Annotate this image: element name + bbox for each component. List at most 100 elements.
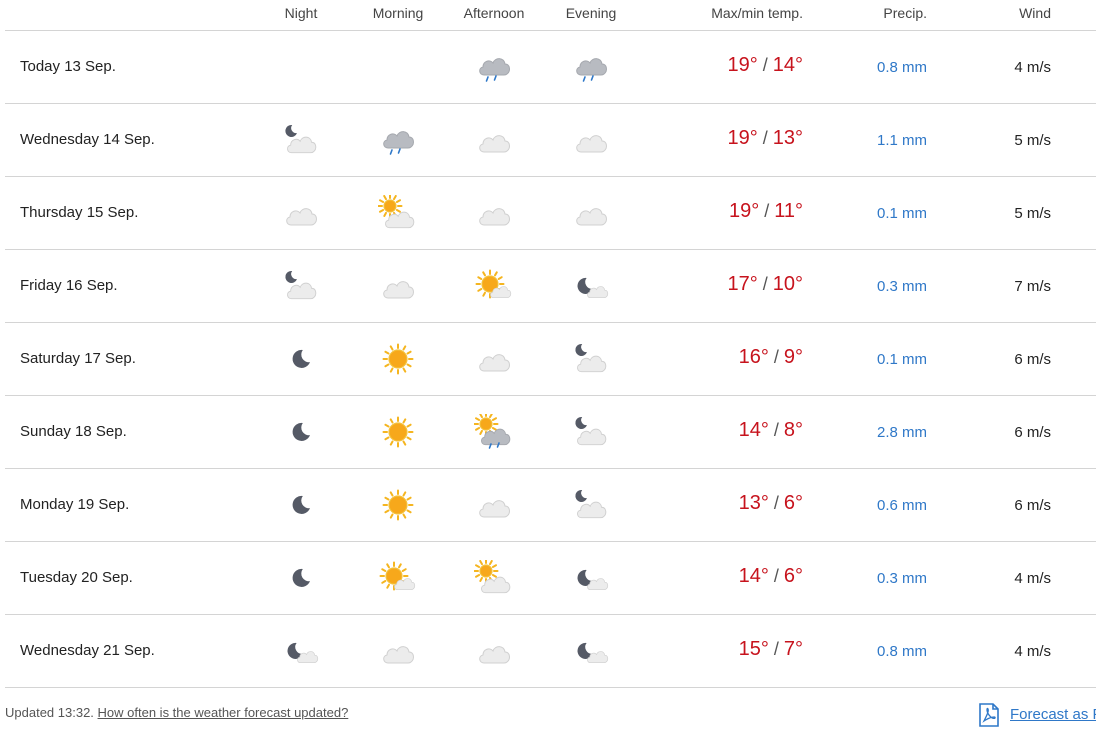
day-label: Friday 16 Sep. [20,277,118,294]
afternoon-cloud-icon [474,487,514,523]
precipitation: 2.8 mm [876,424,927,441]
pdf-download[interactable]: Forecast as PDF [978,703,1096,727]
evening-moon-partly-icon [571,633,611,669]
wind-speed: 6 m/s [1014,497,1051,514]
afternoon-cloud-icon [474,122,514,158]
temp-separator: / [757,128,773,148]
morning-cloud-rain-icon [378,122,418,158]
table-header: Night Morning Afternoon Evening Max/min … [5,0,1096,31]
temperature: 15° / 7° [739,638,803,661]
max-temp: 15° [738,638,769,660]
temperature: 17° / 10° [727,273,803,296]
table-row[interactable]: Wednesday 14 Sep. 19° / 13° 1.1 mm 5 m/s [5,104,1096,177]
table-row[interactable]: Wednesday 21 Sep. 15° / 7° 0.8 mm 4 m/s [5,615,1096,688]
day-label: Thursday 15 Sep. [20,204,139,221]
night-cloud-icon [281,195,321,231]
day-label: Sunday 18 Sep. [20,423,127,440]
afternoon-cloud-icon [474,341,514,377]
afternoon-sun-cloud-icon [474,560,514,596]
temp-separator: / [757,274,773,294]
morning-sun-cloud-icon [378,195,418,231]
temp-separator: / [768,347,784,367]
table-row[interactable]: Saturday 17 Sep. 16° / 9° 0.1 mm 6 m/s [5,323,1096,396]
min-temp: 7° [783,638,803,660]
column-precip: Precip. [883,5,927,21]
max-temp: 14° [738,565,769,587]
table-row[interactable]: Friday 16 Sep. 17° / 10° 0.3 mm 7 m/s [5,250,1096,323]
table-row[interactable]: Tuesday 20 Sep. 14° / 6° 0.3 mm 4 m/s [5,542,1096,615]
min-temp: 14° [772,54,803,76]
min-temp: 13° [772,127,803,149]
wind-speed: 6 m/s [1014,351,1051,368]
max-temp: 19° [727,127,758,149]
afternoon-cloud-rain-icon [474,49,514,85]
column-wind: Wind [1019,5,1051,21]
column-evening: Evening [565,5,617,21]
precipitation: 0.1 mm [876,205,927,222]
day-label: Saturday 17 Sep. [20,350,136,367]
table-row[interactable]: Today 13 Sep. 19° / 14° 0.8 mm 4 m/s [5,31,1096,104]
wind-speed: 4 m/s [1014,59,1051,76]
column-afternoon: Afternoon [463,5,525,21]
evening-moon-cloud-icon [571,341,611,377]
max-temp: 19° [728,200,760,222]
morning-sun-icon [378,487,418,523]
night-moon-icon [281,341,321,377]
precipitation: 0.3 mm [876,278,927,295]
day-label: Monday 19 Sep. [20,496,130,513]
precipitation: 1.1 mm [876,132,927,149]
column-temp: Max/min temp. [711,5,803,21]
min-temp: 6° [783,492,803,514]
update-info-link[interactable]: How often is the weather forecast update… [98,705,349,720]
max-temp: 19° [727,54,758,76]
table-row[interactable]: Thursday 15 Sep. 19° / 11° 0.1 mm 5 m/s [5,177,1096,250]
precipitation: 0.8 mm [876,59,927,76]
temp-separator: / [757,55,773,75]
night-moon-icon [281,560,321,596]
pdf-icon [979,703,999,727]
evening-moon-partly-icon [571,560,611,596]
min-temp: 10° [772,273,803,295]
precipitation: 0.8 mm [876,643,927,660]
updated-text: Updated 13:32. [5,705,94,720]
day-label: Wednesday 21 Sep. [20,642,155,659]
night-moon-cloud-icon [281,268,321,304]
wind-speed: 5 m/s [1014,132,1051,149]
morning-sun-icon [378,414,418,450]
temp-separator: / [768,566,784,586]
evening-moon-partly-icon [571,268,611,304]
night-moon-icon [281,414,321,450]
wind-speed: 6 m/s [1014,424,1051,441]
evening-moon-cloud-icon [571,414,611,450]
column-night: Night [284,5,318,21]
column-morning: Morning [372,5,424,21]
temperature: 19° / 14° [727,54,803,77]
afternoon-cloud-icon [474,633,514,669]
morning-cloud-icon [378,633,418,669]
min-temp: 11° [774,200,803,222]
forecast-table: Night Morning Afternoon Evening Max/min … [5,0,1096,688]
morning-cloud-icon [378,268,418,304]
table-row[interactable]: Sunday 18 Sep. 14° / 8° 2.8 mm 6 m/s [5,396,1096,469]
wind-speed: 4 m/s [1014,570,1051,587]
night-moon-icon [281,487,321,523]
footer: Updated 13:32. How often is the weather … [5,705,348,720]
wind-speed: 4 m/s [1014,643,1051,660]
night-moon-partly-icon [281,633,321,669]
evening-moon-cloud-icon [571,487,611,523]
afternoon-cloud-icon [474,195,514,231]
pdf-link[interactable]: Forecast as PDF [1010,706,1096,723]
forecast-rows: Today 13 Sep. 19° / 14° 0.8 mm 4 m/s Wednesd… [5,31,1096,688]
min-temp: 8° [783,419,803,441]
temp-separator: / [768,493,784,513]
morning-sun-icon [378,341,418,377]
table-row[interactable]: Monday 19 Sep. 13° / 6° 0.6 mm 6 m/s [5,469,1096,542]
max-temp: 16° [738,346,769,368]
temperature: 19° / 11° [729,200,803,223]
max-temp: 13° [738,492,769,514]
temp-separator: / [759,201,775,221]
morning-sun-partly-icon [378,560,418,596]
min-temp: 9° [783,346,803,368]
min-temp: 6° [783,565,803,587]
wind-speed: 7 m/s [1014,278,1051,295]
